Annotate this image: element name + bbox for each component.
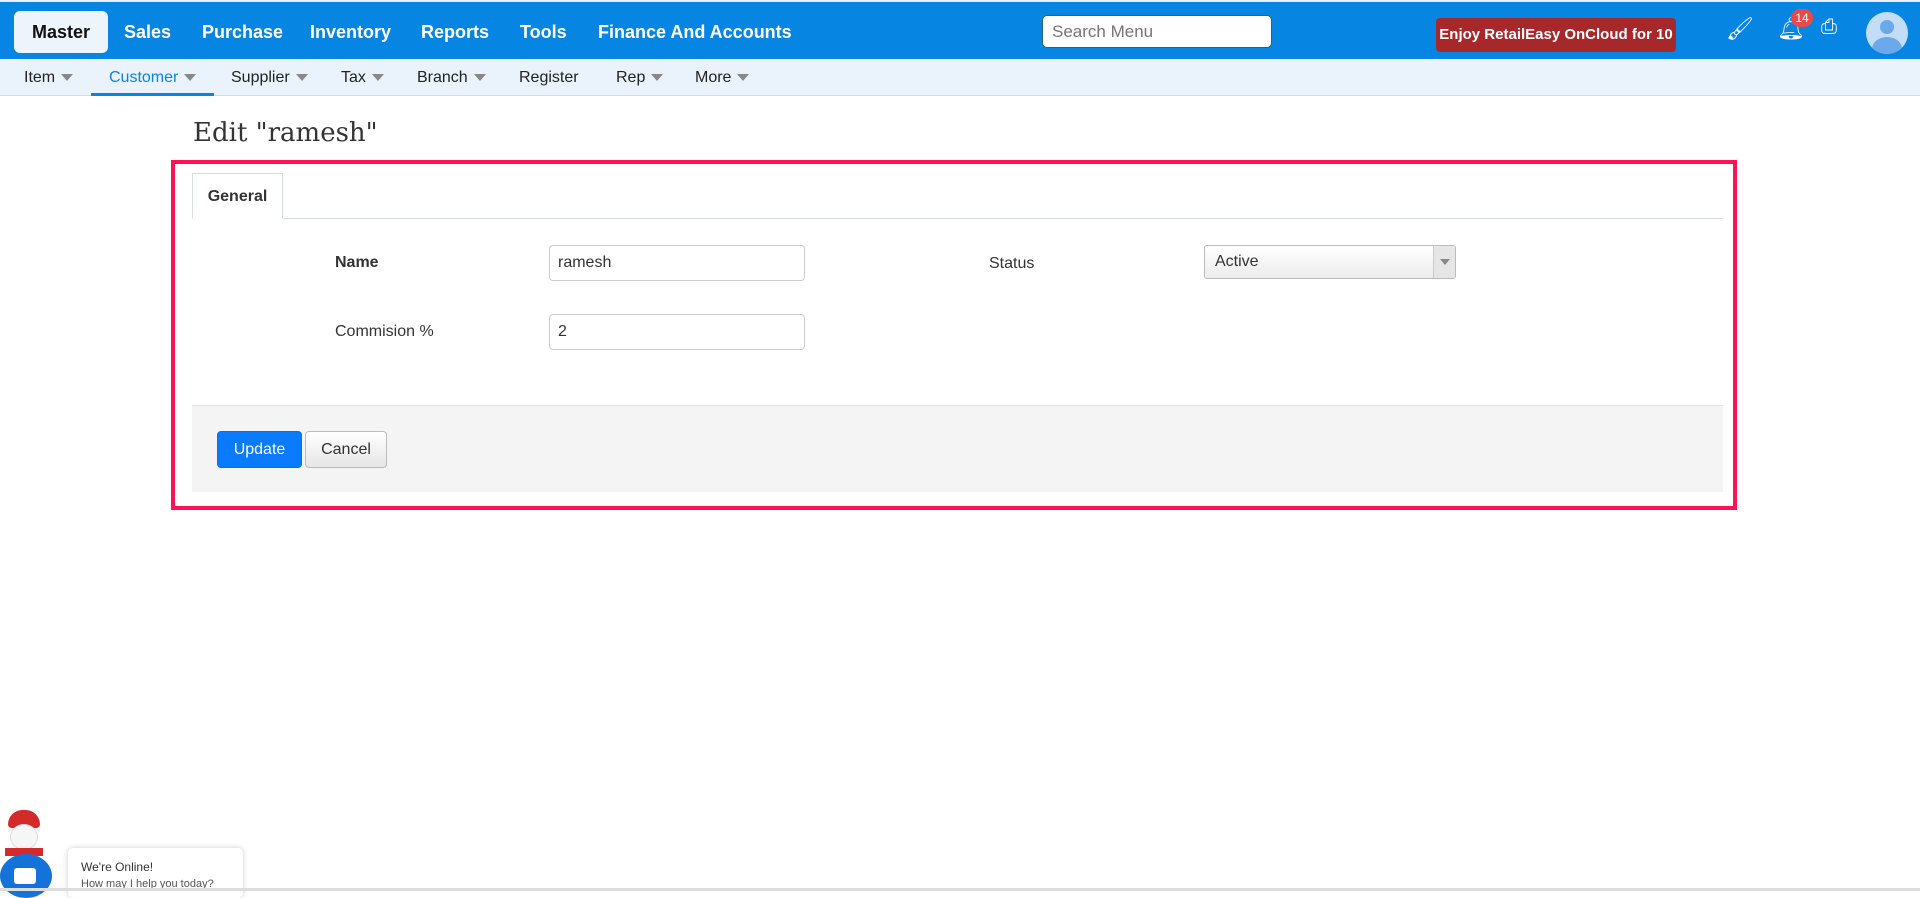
nav-finance-and-accounts[interactable]: Finance And Accounts (580, 11, 810, 53)
subnav-branch[interactable]: Branch (407, 59, 496, 96)
subnav-label: Tax (341, 69, 366, 86)
form-footer (192, 405, 1723, 492)
caret-down-icon (295, 74, 308, 82)
subnav-rep[interactable]: Rep (606, 59, 673, 96)
status-value: Active (1215, 253, 1259, 270)
status-label: Status (989, 255, 1035, 272)
search-menu-input[interactable] (1042, 15, 1272, 48)
subnav-label: More (695, 69, 732, 86)
cancel-button[interactable]: Cancel (305, 431, 387, 468)
chat-title: We're Online! (81, 860, 154, 874)
nav-reports[interactable]: Reports (403, 11, 507, 53)
subnav-label: Branch (417, 69, 468, 86)
nav-purchase[interactable]: Purchase (184, 11, 301, 53)
page-title: Edit "ramesh" (193, 118, 378, 148)
subnav-more[interactable]: More (685, 59, 759, 96)
subnav-label: Supplier (231, 69, 290, 86)
tab-divider (192, 218, 1723, 219)
snowman-chat-icon[interactable] (0, 810, 60, 898)
notification-badge: 14 (1791, 9, 1813, 27)
subnav-supplier[interactable]: Supplier (221, 59, 318, 96)
subnav-label: Rep (616, 69, 646, 86)
chevron-down-icon (1433, 246, 1455, 278)
caret-down-icon (371, 74, 384, 82)
subnav-customer[interactable]: Customer (91, 59, 215, 96)
update-button[interactable]: Update (217, 431, 302, 468)
caret-down-icon (737, 74, 750, 82)
nav-sales[interactable]: Sales (106, 11, 189, 53)
paint-brush-icon[interactable]: 🖌 (1726, 16, 1754, 42)
avatar[interactable] (1866, 12, 1908, 54)
printer-icon[interactable]: ⎙ (1821, 16, 1837, 39)
name-label: Name (335, 254, 379, 271)
top-navbar: Master Sales Purchase Inventory Reports … (0, 0, 1920, 77)
commission-input[interactable] (549, 314, 805, 350)
subnav-label: Item (24, 69, 56, 86)
subnav-label: Customer (109, 69, 179, 86)
status-select[interactable]: Active (1204, 245, 1456, 279)
subnav-item[interactable]: Item (14, 59, 83, 96)
subnav-label: Register (519, 69, 579, 86)
sub-navbar: Item Customer Supplier Tax Branch Regist… (0, 59, 1920, 96)
subnav-register[interactable]: Register (509, 59, 589, 96)
promo-button[interactable]: Enjoy RetailEasy OnCloud for 10 Day(s) (1436, 18, 1676, 77)
caret-down-icon (61, 74, 74, 82)
commission-label: Commision % (335, 323, 434, 340)
nav-inventory[interactable]: Inventory (292, 11, 409, 53)
name-input[interactable] (549, 245, 805, 281)
caret-down-icon (473, 74, 486, 82)
nav-master[interactable]: Master (14, 11, 109, 53)
subnav-tax[interactable]: Tax (331, 59, 394, 96)
tab-general[interactable]: General (192, 173, 283, 219)
caret-down-icon (184, 74, 197, 82)
caret-down-icon (651, 74, 664, 82)
nav-tools[interactable]: Tools (502, 11, 585, 53)
